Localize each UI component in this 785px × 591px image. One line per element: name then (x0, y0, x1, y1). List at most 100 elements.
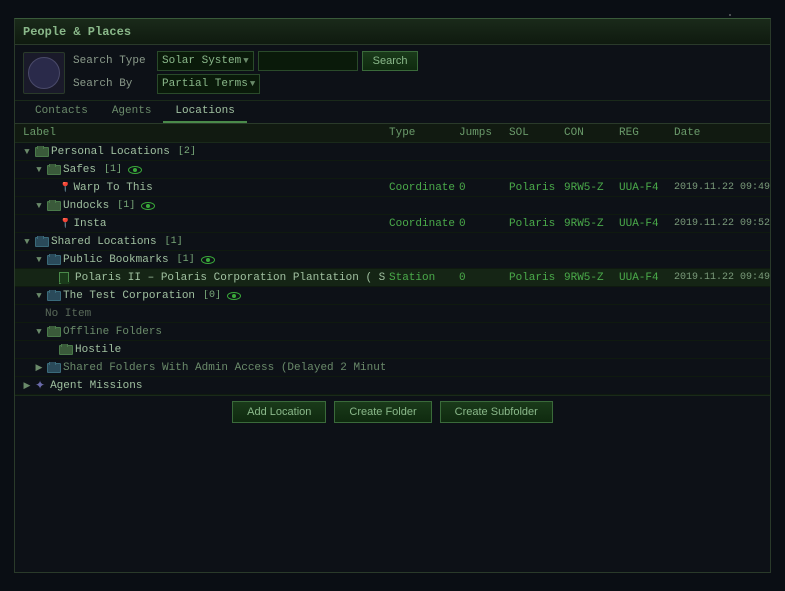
search-form: Search Type Solar System ▼ Search Search… (73, 51, 762, 94)
tab-agents[interactable]: Agents (100, 101, 164, 123)
list-item[interactable]: 📍 Warp To This Coordinate 0 Polaris 9RW5… (15, 179, 770, 197)
eye-icon[interactable] (128, 166, 142, 174)
list-item[interactable]: 📍 Insta Coordinate 0 Polaris 9RW5-Z UUA-… (15, 215, 770, 233)
tree-cell-sol: Polaris (505, 182, 560, 194)
expand-test-corp[interactable]: ▼ (33, 290, 45, 302)
search-by-value: Partial Terms (162, 78, 248, 90)
expand-personal-locations[interactable]: ▼ (21, 146, 33, 158)
eye-icon[interactable] (141, 202, 155, 210)
row-text: Agent Missions (50, 380, 142, 392)
list-item[interactable]: ▼ Shared Locations [1] (15, 233, 770, 251)
folder-icon (35, 147, 49, 157)
tree-cell-date: 2019.11.22 09:49 (670, 182, 770, 193)
tree-cell-jumps: 0 (455, 218, 505, 230)
list-item[interactable]: ▼ Public Bookmarks [1] (15, 251, 770, 269)
expand-safes[interactable]: ▼ (33, 164, 45, 176)
badge: [2] (172, 146, 196, 157)
shared-folder-icon (47, 291, 61, 301)
tab-contacts[interactable]: Contacts (23, 101, 100, 123)
eye-icon[interactable] (227, 292, 241, 300)
search-type-arrow: ▼ (243, 56, 248, 66)
search-type-value: Solar System (162, 55, 241, 67)
list-item[interactable]: ▼ Undocks [1] (15, 197, 770, 215)
search-button[interactable]: Search (362, 51, 419, 71)
list-item[interactable]: ▶ ✦ Agent Missions (15, 377, 770, 395)
folder-icon (47, 165, 61, 175)
tab-bar: Contacts Agents Locations (15, 101, 770, 124)
table-header: Label Type Jumps SOL CON REG Date Es (15, 124, 770, 143)
row-text: Personal Locations (51, 146, 170, 158)
row-text: Shared Locations (51, 236, 157, 248)
avatar-image (28, 57, 60, 89)
col-con-header: CON (560, 127, 615, 139)
folder-icon (47, 201, 61, 211)
expand-shared-admin[interactable]: ▶ (33, 362, 45, 374)
shared-folder-icon (35, 237, 49, 247)
tree-cell-type: Station (385, 272, 455, 284)
list-item[interactable]: ▶ Shared Folders With Admin Access (Dela… (15, 359, 770, 377)
row-text-noitem: No Item (45, 308, 91, 320)
expand-undocks[interactable]: ▼ (33, 200, 45, 212)
search-string-input[interactable] (258, 51, 358, 71)
tree-cell-sol: Polaris (505, 272, 560, 284)
search-type-row: Search Type Solar System ▼ Search (73, 51, 762, 71)
list-item[interactable]: Hostile (15, 341, 770, 359)
add-location-button[interactable]: Add Location (232, 401, 326, 423)
row-text: Safes (63, 164, 96, 176)
folder-icon (59, 345, 73, 355)
badge: [1] (159, 236, 183, 247)
tree-cell-reg: UUA-F4 (615, 218, 670, 230)
row-text: Hostile (75, 344, 121, 356)
row-text: Undocks (63, 200, 109, 212)
list-item[interactable]: ▼ The Test Corporation [0] (15, 287, 770, 305)
bookmark-icon (59, 272, 69, 284)
tab-locations[interactable]: Locations (163, 101, 246, 123)
tree-cell-jumps: 0 (455, 272, 505, 284)
list-item[interactable]: ▼ Offline Folders (15, 323, 770, 341)
list-item: No Item (15, 305, 770, 323)
tree-cell-date: 2019.11.22 09:52 (670, 218, 770, 229)
search-by-arrow: ▼ (250, 79, 255, 89)
row-text: Warp To This (73, 182, 152, 194)
tree-cell-jumps: 0 (455, 182, 505, 194)
col-sol-header: SOL (505, 127, 560, 139)
pin-icon: 📍 (59, 182, 71, 194)
create-folder-button[interactable]: Create Folder (334, 401, 431, 423)
tree-cell-con: 9RW5-Z (560, 272, 615, 284)
search-by-label: Search By (73, 78, 153, 90)
create-subfolder-button[interactable]: Create Subfolder (440, 401, 553, 423)
list-item[interactable]: ▼ Safes [1] (15, 161, 770, 179)
expand-shared-locations[interactable]: ▼ (21, 236, 33, 248)
footer: Add Location Create Folder Create Subfol… (15, 395, 770, 427)
pin-icon: 📍 (59, 218, 71, 230)
search-by-row: Search By Partial Terms ▼ (73, 74, 762, 94)
col-date-header: Date (670, 127, 785, 139)
search-type-select[interactable]: Solar System ▼ (157, 51, 254, 71)
badge: [1] (171, 254, 195, 265)
col-type-header: Type (385, 127, 455, 139)
row-text: Polaris II – Polaris Corporation Plantat… (75, 272, 385, 284)
row-text: Offline Folders (63, 326, 162, 338)
col-reg-header: REG (615, 127, 670, 139)
expand-public-bookmarks[interactable]: ▼ (33, 254, 45, 266)
eye-icon[interactable] (201, 256, 215, 264)
search-type-label: Search Type (73, 55, 153, 67)
badge: [0] (197, 290, 221, 301)
shared-folder-icon (47, 255, 61, 265)
col-label-header: Label (15, 127, 385, 139)
window-title: People & Places (23, 25, 131, 39)
header-area: Search Type Solar System ▼ Search Search… (15, 45, 770, 101)
expand-agent-missions[interactable]: ▶ (21, 380, 33, 392)
tree-cell-date: 2019.11.22 09:49 (670, 272, 770, 283)
list-item[interactable]: Polaris II – Polaris Corporation Plantat… (15, 269, 770, 287)
search-by-select[interactable]: Partial Terms ▼ (157, 74, 260, 94)
folder-icon (47, 327, 61, 337)
shared-folder-icon (47, 363, 61, 373)
row-text: Insta (73, 218, 106, 230)
tree-cell-reg: UUA-F4 (615, 272, 670, 284)
avatar (23, 52, 65, 94)
badge: [1] (111, 200, 135, 211)
tree-cell-sol: Polaris (505, 218, 560, 230)
expand-offline-folders[interactable]: ▼ (33, 326, 45, 338)
list-item[interactable]: ▼ Personal Locations [2] (15, 143, 770, 161)
